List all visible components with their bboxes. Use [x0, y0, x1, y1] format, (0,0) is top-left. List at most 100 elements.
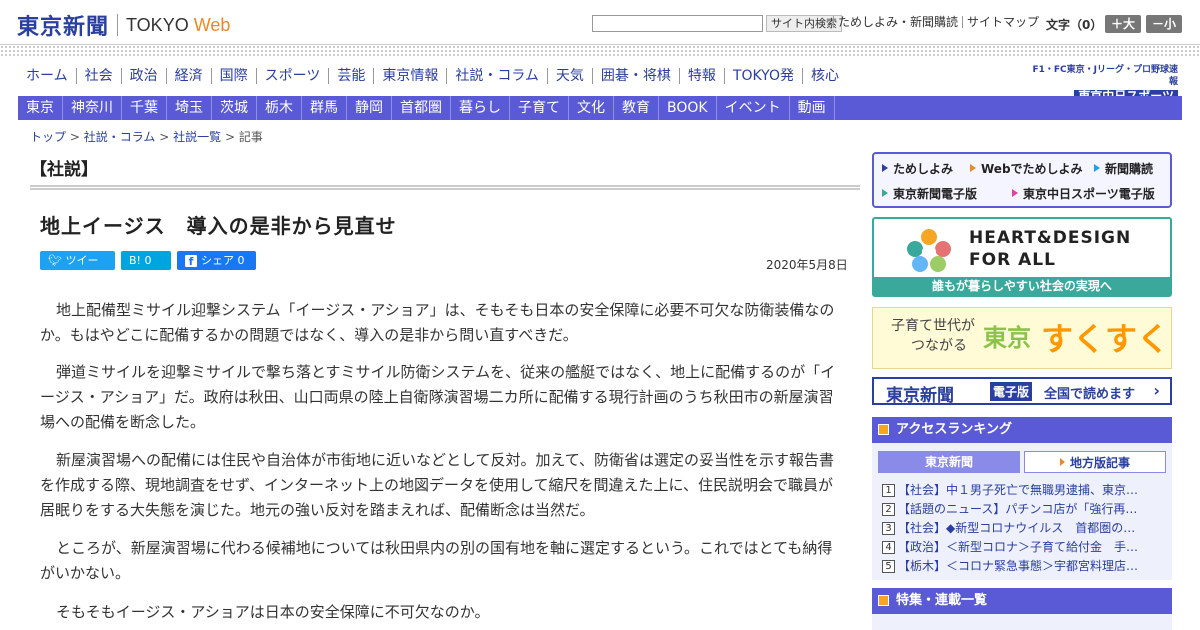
- article-title: 地上イージス 導入の是非から見直せ: [40, 214, 397, 238]
- nav-item-politics[interactable]: 政治: [120, 68, 166, 84]
- region-kurashi[interactable]: 暮らし: [451, 96, 510, 120]
- triangle-icon: [882, 164, 888, 172]
- region-ibaraki[interactable]: 茨城: [212, 96, 257, 120]
- font-bigger-button[interactable]: ＋大: [1105, 15, 1141, 33]
- digital-edition-banner[interactable]: 東京新聞 電子版 全国で読めます ›: [872, 377, 1172, 406]
- triangle-icon: [1012, 189, 1018, 197]
- region-kanagawa[interactable]: 神奈川: [63, 96, 122, 120]
- special-features-box: 特集・連載一覧: [872, 588, 1172, 630]
- heart-design-banner[interactable]: HEART&DESIGN FOR ALL 誰もが暮らしやすい社会の実現へ: [872, 217, 1172, 297]
- region-kyoiku[interactable]: 教育: [614, 96, 659, 120]
- breadcrumb-top[interactable]: トップ: [30, 130, 66, 144]
- tweet-button[interactable]: 🐦︎ ツイート: [40, 251, 115, 286]
- font-smaller-button[interactable]: －小: [1146, 15, 1182, 33]
- article-paragraph: 弾道ミサイルを迎撃ミサイルで撃ち落とすミサイル防衛システムを、従来の艦艇ではなく…: [40, 363, 836, 431]
- rank-number: 1: [882, 484, 895, 497]
- site-logo[interactable]: 東京新聞 TOKYO Web: [17, 9, 230, 41]
- ranking-item[interactable]: 5 【栃木】＜コロナ緊急事態＞宇都宮料理店…: [882, 557, 1164, 576]
- font-size-label: 文字（0）: [1046, 18, 1103, 32]
- digital-edition-badge: 電子版: [990, 382, 1033, 401]
- facebook-share-button[interactable]: f シェア 0: [177, 251, 256, 270]
- top-link-trial-subscribe[interactable]: ためしよみ・新聞購読: [833, 16, 962, 28]
- quick-link-digital-edition[interactable]: 東京新聞電子版: [882, 185, 977, 202]
- quick-link-label: Webでためしよみ: [981, 162, 1083, 176]
- breadcrumb-editorial-column[interactable]: 社説・コラム: [84, 130, 156, 144]
- special-header: 特集・連載一覧: [872, 588, 1172, 614]
- sukusuku-title: すくすく: [1041, 320, 1170, 358]
- ranking-item[interactable]: 4 【政治】＜新型コロナ＞子育て給付金 手…: [882, 538, 1164, 557]
- sukusuku-banner[interactable]: 子育て世代が つながる 東京 すくすく: [872, 307, 1172, 369]
- quick-link-subscribe[interactable]: 新聞購読: [1094, 160, 1153, 177]
- rank-number: 2: [882, 503, 895, 516]
- rank-text: 【話題のニュース】パチンコ店が「強行再…: [898, 502, 1138, 516]
- article-paragraph: 地上配備型ミサイル迎撃システム「イージス・アショア」は、そもそも日本の安全保障に…: [40, 301, 835, 344]
- logo-main-text: 東京新聞: [17, 14, 110, 40]
- logo-web-text: Web: [193, 14, 231, 35]
- region-saitama[interactable]: 埼玉: [167, 96, 212, 120]
- region-shizuoka[interactable]: 静岡: [347, 96, 392, 120]
- quick-link-web-tameshiyomi[interactable]: Webでためしよみ: [970, 160, 1083, 177]
- breadcrumb-editorial-list[interactable]: 社説一覧: [173, 130, 221, 144]
- rank-number: 5: [882, 560, 895, 573]
- digital-edition-text: 全国で読めます: [1044, 387, 1136, 402]
- region-gunma[interactable]: 群馬: [302, 96, 347, 120]
- nav-item-sports[interactable]: スポーツ: [255, 68, 329, 84]
- ranking-tab-tokyo[interactable]: 東京新聞: [878, 451, 1020, 473]
- ranking-item[interactable]: 2 【話題のニュース】パチンコ店が「強行再…: [882, 500, 1164, 519]
- top-links: ためしよみ・新聞購読 サイトマップ: [833, 16, 1043, 28]
- quick-links-box: ためしよみ Webでためしよみ 新聞購読 東京新聞電子版 東京中日スポーツ電子版: [872, 152, 1172, 208]
- ranking-tab-local[interactable]: 地方版記事: [1024, 451, 1166, 473]
- nav-item-tokuho[interactable]: 特報: [678, 68, 724, 84]
- rank-text: 【社会】中１男子死亡で無職男逮捕、東京…: [898, 483, 1139, 497]
- chunichi-tagline: F1・FC東京・Jリーグ・プロ野球速報: [1032, 65, 1178, 87]
- hatena-bookmark-button[interactable]: B! 0: [121, 251, 171, 270]
- heart-title-line2: FOR ALL: [969, 250, 1056, 270]
- nav-item-editorial-column[interactable]: 社説・コラム: [446, 68, 547, 84]
- search-button[interactable]: サイト内検索: [766, 15, 842, 32]
- rank-text: 【社会】◆新型コロナウイルス 首都圏の…: [898, 521, 1136, 535]
- nav-item-kakushin[interactable]: 核心: [801, 68, 847, 84]
- orange-square-icon: [878, 595, 889, 606]
- site-header: 東京新聞 TOKYO Web サイト内検索 ためしよみ・新聞購読 サイトマップ …: [0, 0, 1200, 44]
- region-douga[interactable]: 動画: [790, 96, 835, 120]
- region-shutoken[interactable]: 首都圏: [392, 96, 451, 120]
- nav-item-home[interactable]: ホーム: [18, 68, 76, 84]
- nav-item-weather[interactable]: 天気: [546, 68, 592, 84]
- quick-link-label: ためしよみ: [893, 162, 954, 176]
- region-chiba[interactable]: 千葉: [122, 96, 167, 120]
- ranking-header: アクセスランキング: [872, 417, 1172, 443]
- breadcrumb-current: 記事: [238, 130, 263, 144]
- region-tokyo[interactable]: 東京: [18, 96, 63, 120]
- article-paragraph: 新屋演習場への配備には住民や自治体が市街地に近いなどとして反対。加えて、防衛省は…: [40, 451, 835, 519]
- logo-divider: [117, 14, 119, 36]
- rank-text: 【栃木】＜コロナ緊急事態＞宇都宮料理店…: [898, 559, 1139, 573]
- primary-nav: ホーム 社会 政治 経済 国際 スポーツ 芸能 東京情報 社説・コラム 天気 囲…: [18, 68, 847, 84]
- nav-item-tokyo-hatsu[interactable]: TOKYO発: [723, 68, 802, 84]
- nav-item-tokyo-info[interactable]: 東京情報: [373, 68, 446, 84]
- quick-link-label: 東京新聞電子版: [893, 187, 978, 201]
- quick-link-label: 東京中日スポーツ電子版: [1023, 187, 1155, 201]
- ranking-title: アクセスランキング: [896, 422, 1012, 437]
- region-book[interactable]: BOOK: [659, 96, 717, 120]
- rank-number: 3: [882, 522, 895, 535]
- top-link-sitemap[interactable]: サイトマップ: [962, 16, 1043, 28]
- region-event[interactable]: イベント: [717, 96, 790, 120]
- section-title: 【社説】: [30, 160, 98, 180]
- header-divider: [0, 44, 1200, 56]
- quick-link-chunichi-digital[interactable]: 東京中日スポーツ電子版: [1012, 185, 1155, 202]
- nav-item-go-shogi[interactable]: 囲碁・将棋: [591, 68, 679, 84]
- region-tochigi[interactable]: 栃木: [257, 96, 302, 120]
- triangle-icon: [970, 164, 976, 172]
- region-kosodate[interactable]: 子育て: [510, 96, 569, 120]
- facebook-icon: f: [185, 255, 197, 268]
- region-bunka[interactable]: 文化: [569, 96, 614, 120]
- ranking-item[interactable]: 3 【社会】◆新型コロナウイルス 首都圏の…: [882, 519, 1164, 538]
- search-input[interactable]: [592, 15, 763, 32]
- ranking-item[interactable]: 1 【社会】中１男子死亡で無職男逮捕、東京…: [882, 481, 1164, 500]
- orange-square-icon: [878, 424, 889, 435]
- nav-item-entertainment[interactable]: 芸能: [328, 68, 373, 84]
- nav-item-economy[interactable]: 経済: [165, 68, 211, 84]
- nav-item-society[interactable]: 社会: [75, 68, 121, 84]
- nav-item-international[interactable]: 国際: [210, 68, 256, 84]
- quick-link-tameshiyomi[interactable]: ためしよみ: [882, 160, 953, 177]
